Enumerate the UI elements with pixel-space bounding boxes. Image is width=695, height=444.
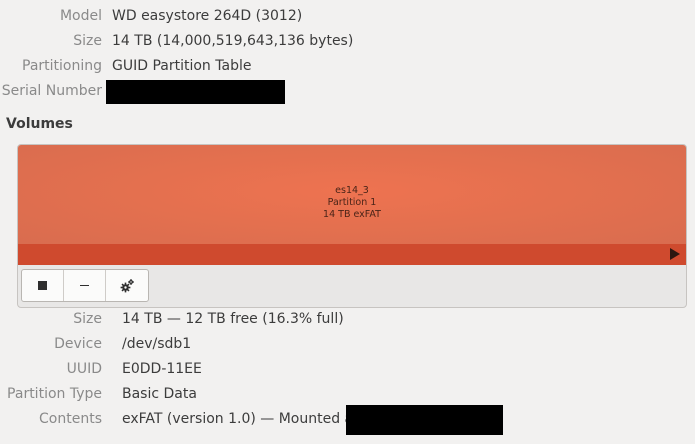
size-label: Size bbox=[73, 33, 102, 49]
stop-icon bbox=[38, 281, 47, 290]
size-row: Size 14 TB (14,000,519,643,136 bytes) bbox=[0, 30, 695, 52]
partition-name: es14_3 bbox=[335, 185, 369, 196]
play-arrow-icon bbox=[670, 248, 680, 260]
model-label: Model bbox=[59, 8, 102, 24]
partition-type-label: Partition Type bbox=[7, 386, 102, 402]
device-row: Device /dev/sdb1 bbox=[0, 333, 695, 355]
device-value: /dev/sdb1 bbox=[122, 336, 192, 352]
partition-size-row: Size 14 TB — 12 TB free (16.3% full) bbox=[0, 308, 695, 330]
partition-label: Partition 1 bbox=[327, 197, 377, 208]
mount-point-redaction bbox=[346, 405, 503, 435]
partitioning-row: Partitioning GUID Partition Table bbox=[0, 55, 695, 77]
gear-icon bbox=[120, 278, 134, 292]
volumes-heading: Volumes bbox=[6, 116, 73, 132]
partition-options-button[interactable] bbox=[106, 270, 148, 301]
serial-label: Serial Number bbox=[1, 83, 102, 99]
model-value: WD easystore 264D (3012) bbox=[112, 8, 303, 24]
unmount-button[interactable] bbox=[22, 270, 64, 301]
serial-row: Serial Number bbox=[0, 80, 695, 102]
size-value: 14 TB (14,000,519,643,136 bytes) bbox=[112, 33, 354, 49]
partition-type-value: Basic Data bbox=[122, 386, 197, 402]
partition-block[interactable]: es14_3 Partition 1 14 TB exFAT bbox=[18, 145, 686, 247]
partition-type-row: Partition Type Basic Data bbox=[0, 383, 695, 405]
uuid-label: UUID bbox=[66, 361, 102, 377]
contents-label: Contents bbox=[39, 411, 102, 427]
partition-info: es14_3 Partition 1 14 TB exFAT bbox=[18, 185, 686, 221]
serial-redaction bbox=[106, 80, 285, 104]
partition-summary: 14 TB exFAT bbox=[323, 209, 381, 220]
volume-toolbar bbox=[21, 269, 149, 302]
partitioning-label: Partitioning bbox=[22, 58, 102, 74]
delete-partition-button[interactable] bbox=[64, 270, 106, 301]
uuid-value: E0DD-11EE bbox=[122, 361, 202, 377]
uuid-row: UUID E0DD-11EE bbox=[0, 358, 695, 380]
partition-size-value: 14 TB — 12 TB free (16.3% full) bbox=[122, 311, 344, 327]
device-label: Device bbox=[54, 336, 102, 352]
model-row: Model WD easystore 264D (3012) bbox=[0, 5, 695, 27]
partitioning-value: GUID Partition Table bbox=[112, 58, 252, 74]
partition-size-label: Size bbox=[73, 311, 102, 327]
contents-value: exFAT (version 1.0) — Mounted at bbox=[122, 411, 359, 427]
volumes-panel: es14_3 Partition 1 14 TB exFAT bbox=[17, 144, 687, 308]
minus-icon bbox=[80, 285, 89, 286]
partition-usage-bar bbox=[18, 244, 686, 265]
